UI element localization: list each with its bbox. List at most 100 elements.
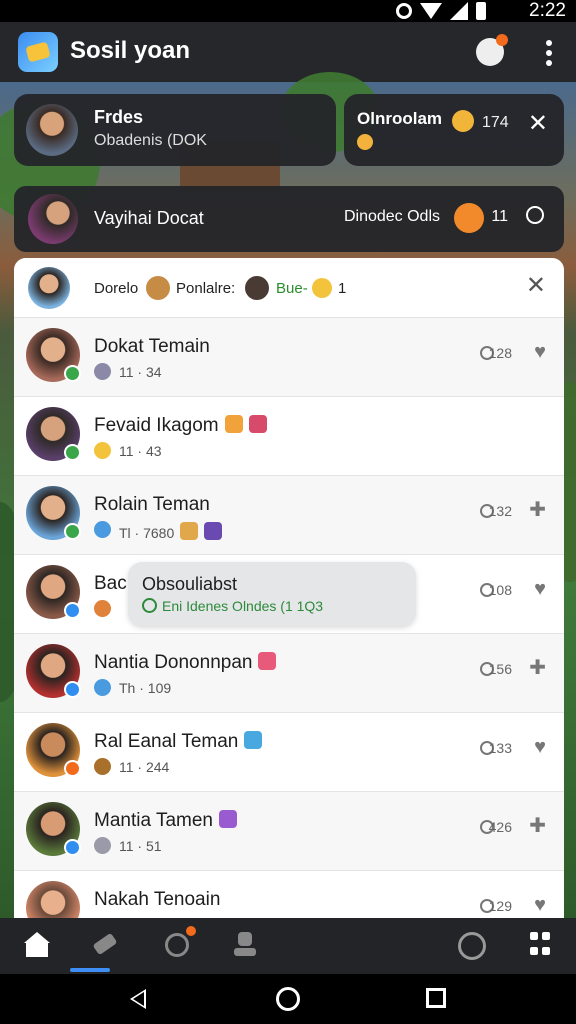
feed-card-title: Frdes — [94, 107, 144, 127]
panel-label-2: Ponlalre: — [176, 280, 236, 297]
friend-name: Bac — [94, 573, 127, 594]
friend-icon — [245, 276, 269, 300]
friend-name: Mantia Tamen — [94, 810, 237, 832]
media-icon[interactable] — [458, 932, 486, 960]
app-title: Sosil yoan — [70, 37, 191, 64]
list-item[interactable]: Nantia Dononnpan Th · 109 156 ✚ — [14, 634, 564, 713]
recent-apps-icon[interactable] — [426, 988, 446, 1008]
level-icon — [94, 363, 111, 380]
friend-score: 133 — [488, 740, 512, 756]
gift-icon — [248, 415, 267, 433]
gift-icon[interactable]: ♥ — [534, 342, 546, 362]
add-friend-icon[interactable]: ✚ — [529, 816, 546, 836]
more-menu-button[interactable] — [544, 40, 554, 66]
tooltip-subtitle: Eni Idenes Olndes (1 1Q3 — [162, 598, 324, 614]
chat-card-name: Vayihai Docat — [94, 208, 204, 228]
avatar — [28, 194, 78, 244]
back-icon[interactable] — [130, 989, 146, 1009]
panel-label-3: Bue- — [276, 280, 308, 297]
friend-sub: 11 · 51 — [119, 838, 162, 854]
emoji-icon — [94, 600, 111, 617]
battery-icon — [476, 2, 486, 20]
friends-panel: Dorelo Ponlalre: Bue- 1 ✕ Dokat Temain 1… — [14, 258, 564, 918]
status-bar: 2:22 — [0, 0, 576, 22]
friend-score: 156 — [488, 661, 512, 677]
game-icon — [224, 415, 243, 433]
friend-score: 426 — [488, 819, 512, 835]
list-item[interactable]: Rolain Teman Tl · 7680 132 ✚ — [14, 476, 564, 555]
search-icon[interactable] — [164, 926, 196, 958]
feed-card[interactable]: Frdes Obadenis (DOK — [14, 94, 336, 166]
panel-label-1: Dorelo — [94, 280, 139, 297]
list-item[interactable]: Ral Eanal Teman 11 · 244 133 ♥ — [14, 713, 564, 792]
panel-label-4: 1 — [338, 280, 347, 297]
add-friend-icon[interactable]: ✚ — [529, 500, 546, 520]
emoji-icon[interactable] — [454, 203, 484, 233]
more-icon — [546, 40, 552, 46]
promo-card-count: 174 — [482, 114, 509, 131]
avatar — [26, 881, 80, 918]
check-icon — [142, 598, 157, 613]
level-icon — [94, 679, 111, 696]
list-item[interactable]: Fevaid Ikagom 11 · 43 — [14, 397, 564, 476]
friend-name: Nakah Tenoain — [94, 889, 221, 910]
gift-icon[interactable]: ♥ — [534, 579, 546, 599]
tooltip-title: Obsouliabst — [142, 574, 238, 594]
profile-icon[interactable] — [232, 932, 258, 958]
promo-card[interactable]: Olnroolam 174 ✕ — [344, 94, 564, 166]
feed-card-subtitle: Obadenis (DOK — [94, 132, 207, 149]
bottom-nav — [0, 918, 576, 974]
status-badge — [64, 602, 81, 619]
grid-icon[interactable] — [530, 932, 556, 958]
gift-icon[interactable]: ♥ — [534, 737, 546, 757]
list-item[interactable]: Dokat Temain 11 · 34 128 ♥ — [14, 318, 564, 397]
search-icon[interactable] — [526, 206, 544, 224]
list-item[interactable]: Nakah Tenoain 129 ♥ — [14, 871, 564, 918]
game-icon — [204, 522, 223, 540]
status-icons — [396, 2, 486, 20]
friend-name: Fevaid Ikagom — [94, 415, 267, 437]
status-badge — [64, 760, 81, 777]
emoji-icon — [94, 442, 111, 459]
level-icon — [94, 758, 111, 775]
friend-name: Dokat Temain — [94, 336, 210, 357]
status-badge — [64, 681, 81, 698]
chat-card[interactable]: Vayihai Docat Dinodec Odls 11 — [14, 186, 564, 252]
panel-header: Dorelo Ponlalre: Bue- 1 ✕ — [14, 258, 564, 318]
emoji-icon — [312, 278, 332, 298]
app-bar: Sosil yoan — [0, 22, 576, 82]
gift-icon — [258, 652, 277, 670]
notification-dot-icon — [496, 34, 508, 46]
chat-card-count: 11 — [491, 208, 508, 225]
friend-score: 128 — [488, 345, 512, 361]
friend-sub: 11 · 34 — [119, 364, 162, 380]
share-icon[interactable] — [92, 932, 118, 958]
add-friend-icon[interactable]: ✚ — [529, 658, 546, 678]
chat-card-status: Dinodec Odls — [343, 208, 440, 225]
gift-icon[interactable]: ♥ — [534, 895, 546, 915]
status-badge — [64, 444, 81, 461]
friend-sub: 11 · 244 — [119, 759, 170, 775]
active-tab-indicator — [70, 968, 110, 972]
home-circle-icon[interactable] — [276, 987, 300, 1011]
notification-button[interactable] — [476, 34, 508, 66]
list-item[interactable]: Mantia Tamen 11 · 51 426 ✚ — [14, 792, 564, 871]
sync-icon — [396, 3, 412, 19]
avatar — [28, 267, 70, 309]
friend-name: Rolain Teman — [94, 494, 210, 515]
level-icon — [94, 837, 111, 854]
friend-icon — [146, 276, 170, 300]
close-icon[interactable]: ✕ — [528, 112, 548, 136]
home-icon[interactable] — [24, 932, 50, 958]
avatar — [26, 104, 78, 156]
friend-sub: Th · 109 — [119, 680, 172, 696]
friend-score: 129 — [488, 898, 512, 914]
wifi-icon — [420, 3, 442, 19]
status-time: 2:22 — [529, 0, 566, 21]
friend-name: Ral Eanal Teman — [94, 731, 263, 753]
promo-card-title: Olnroolam — [357, 109, 443, 128]
friend-name: Nantia Dononnpan — [94, 652, 277, 674]
close-icon[interactable]: ✕ — [526, 274, 546, 298]
status-badge — [64, 365, 81, 382]
level-icon — [94, 521, 111, 538]
